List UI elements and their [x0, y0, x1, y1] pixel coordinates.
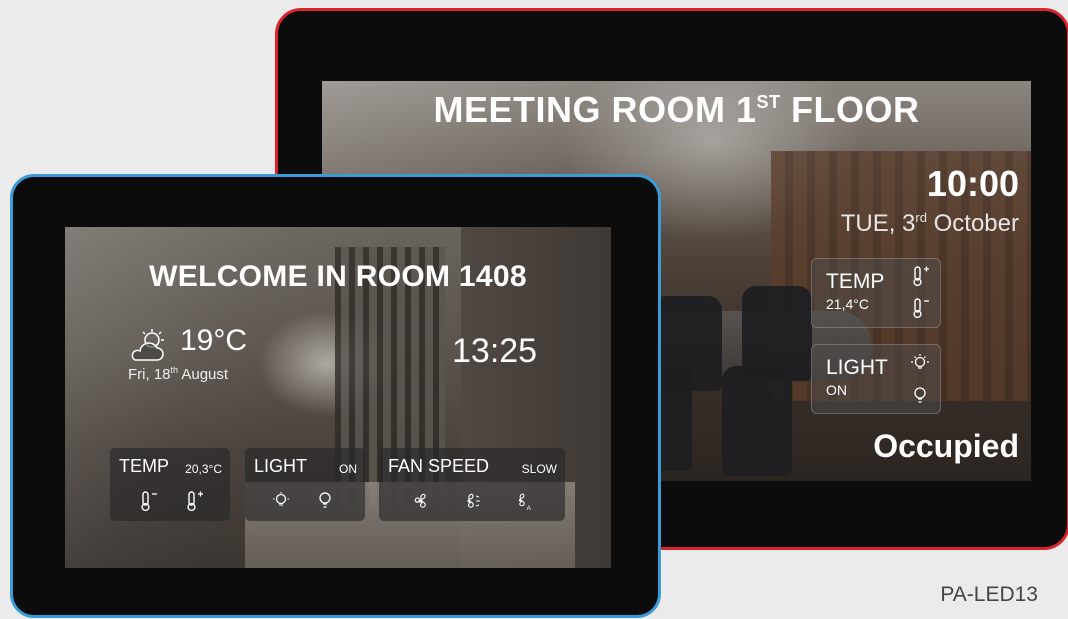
thermometer-plus-icon[interactable] — [184, 490, 204, 512]
occupancy-status: Occupied — [873, 428, 1019, 464]
fan-speed-icon[interactable] — [461, 490, 481, 512]
meeting-light-value: ON — [826, 382, 847, 398]
thermometer-minus-icon[interactable] — [910, 297, 930, 319]
hotel-temp-label: TEMP — [119, 456, 170, 476]
thermometer-minus-icon[interactable] — [138, 490, 158, 512]
hotel-temp-value: 20,3°C — [185, 462, 222, 476]
fan-auto-icon[interactable]: A — [513, 490, 533, 512]
hotel-room-panel: WELCOME IN ROOM 1408 19°C Fri, 18th Augu… — [10, 174, 661, 618]
hotel-room-screen: WELCOME IN ROOM 1408 19°C Fri, 18th Augu… — [65, 227, 611, 568]
hotel-light-value: ON — [339, 462, 357, 476]
meeting-temp-tile: TEMP 21,4°C — [811, 258, 941, 328]
hotel-fan-value: SLOW — [521, 462, 557, 476]
thermometer-plus-icon[interactable] — [910, 265, 930, 287]
outdoor-temperature: 19°C — [180, 324, 248, 357]
meeting-temp-value: 21,4°C — [826, 296, 869, 312]
hotel-temp-tile: TEMP 20,3°C — [110, 448, 230, 521]
product-model-label: PA-LED13 — [940, 583, 1038, 606]
meeting-light-label: LIGHT — [826, 356, 888, 379]
hotel-fan-tile: FAN SPEED SLOW A — [379, 448, 565, 521]
fan-icon[interactable] — [411, 490, 431, 512]
bulb-icon[interactable] — [315, 490, 335, 512]
meeting-room-title: MEETING ROOM 1ST FLOOR — [433, 89, 920, 130]
hotel-light-tile: LIGHT ON — [245, 448, 365, 521]
meeting-date: TUE, 3rd October — [840, 210, 1019, 237]
meeting-clock: 10:00 — [926, 163, 1019, 204]
bulb-bright-icon[interactable] — [910, 353, 930, 375]
svg-text:A: A — [527, 505, 532, 512]
bulb-icon[interactable] — [910, 385, 930, 407]
partly-cloudy-icon — [131, 329, 164, 361]
hotel-date: Fri, 18th August — [128, 365, 229, 383]
meeting-light-tile: LIGHT ON — [811, 344, 941, 414]
meeting-temp-label: TEMP — [826, 270, 885, 293]
hotel-fan-label: FAN SPEED — [388, 456, 490, 476]
bulb-dim-icon[interactable] — [271, 490, 291, 512]
hotel-light-label: LIGHT — [254, 456, 308, 476]
hotel-welcome-title: WELCOME IN ROOM 1408 — [149, 260, 527, 293]
hotel-clock: 13:25 — [452, 332, 538, 370]
